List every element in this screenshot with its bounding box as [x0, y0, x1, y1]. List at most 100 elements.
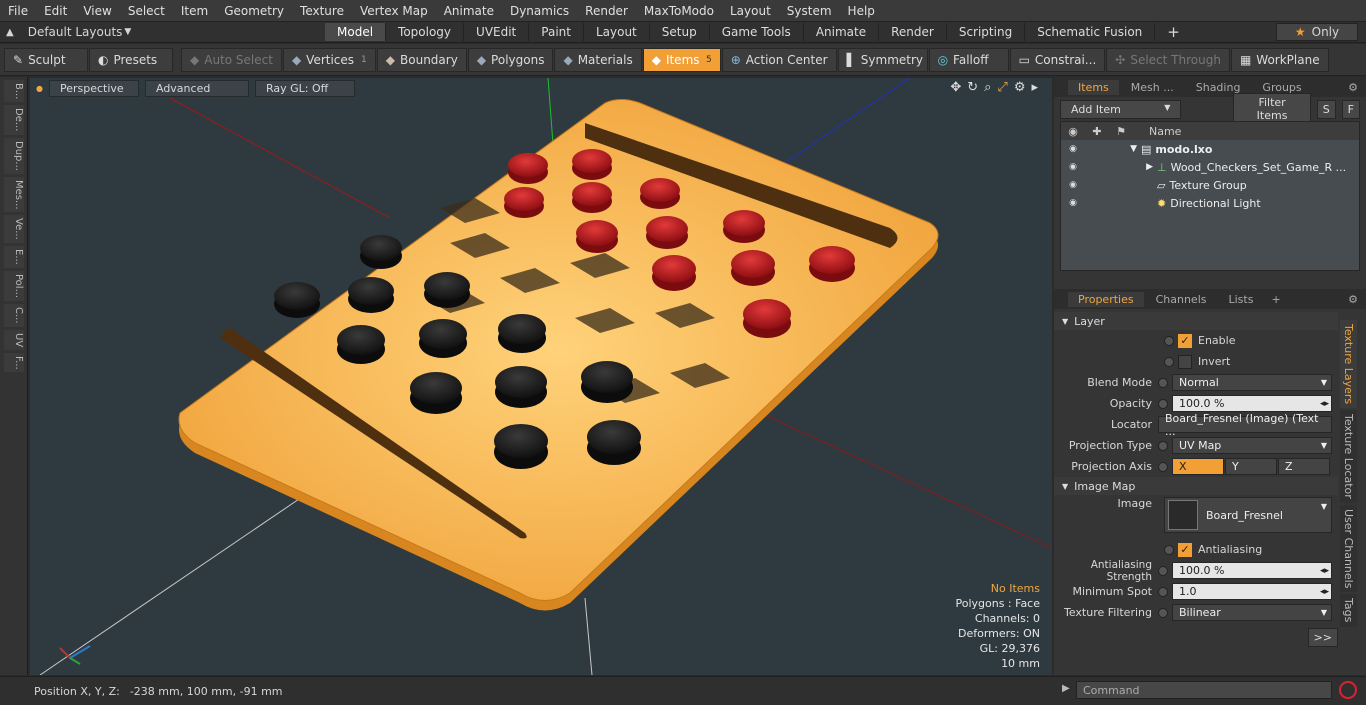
invert-checkbox[interactable]	[1178, 354, 1192, 369]
projection-type-channel-dot[interactable]	[1158, 440, 1168, 451]
more-button[interactable]: >>	[1307, 628, 1338, 647]
tab-render[interactable]: Render	[879, 23, 947, 41]
left-tab-vertex[interactable]: Ve...	[4, 215, 24, 244]
add-tab-icon[interactable]: +	[1271, 293, 1280, 306]
tab-game-tools[interactable]: Game Tools	[710, 23, 804, 41]
red-piece[interactable]	[508, 153, 548, 184]
projection-type-select[interactable]: UV Map ▼	[1172, 437, 1332, 454]
left-tab-basic[interactable]: B...	[4, 80, 24, 103]
slider-arrows-icon[interactable]: ◂▸	[1320, 587, 1329, 597]
slider-arrows-icon[interactable]: ◂▸	[1320, 566, 1329, 576]
symmetry-button[interactable]: ▌ Symmetry	[837, 47, 928, 72]
vertices-button[interactable]: ◆ Vertices 1	[282, 47, 376, 72]
tab-setup[interactable]: Setup	[650, 23, 710, 41]
black-piece[interactable]	[581, 361, 633, 403]
tex-filter-select[interactable]: Bilinear ▼	[1172, 604, 1332, 621]
menu-render[interactable]: Render	[577, 4, 636, 18]
move-view-icon[interactable]: ✥	[950, 80, 961, 95]
tab-properties[interactable]: Properties	[1068, 291, 1144, 307]
axis-y-button[interactable]: Y	[1225, 458, 1277, 475]
polygons-button[interactable]: ◆ Polygons	[467, 47, 554, 72]
expand-arrow-icon[interactable]: ▼	[1085, 144, 1141, 154]
min-spot-field[interactable]: 1.0 ◂▸	[1172, 583, 1332, 600]
settings-gear-icon[interactable]: ⚙	[1014, 80, 1026, 95]
only-toggle[interactable]: ★ Only	[1276, 23, 1358, 41]
tab-layout[interactable]: Layout	[584, 23, 650, 41]
tab-model[interactable]: Model	[325, 23, 387, 41]
expand-arrow-icon[interactable]: ▶	[1085, 162, 1157, 172]
falloff-button[interactable]: ◎ Falloff	[928, 47, 1009, 72]
black-piece[interactable]	[419, 319, 467, 358]
command-expand-icon[interactable]: ▶	[1062, 683, 1070, 694]
menu-file[interactable]: File	[0, 4, 36, 18]
tab-lists[interactable]: Lists	[1219, 292, 1264, 307]
aa-strength-field[interactable]: 100.0 % ◂▸	[1172, 562, 1332, 579]
image-select[interactable]: Board_Fresnel ▼	[1164, 497, 1332, 533]
sculpt-button[interactable]: ✎ Sculpt	[4, 47, 88, 72]
panel-menu-icon[interactable]: ⚙	[1348, 81, 1358, 94]
menu-geometry[interactable]: Geometry	[216, 4, 292, 18]
antialiasing-channel-dot[interactable]	[1164, 544, 1174, 555]
red-piece[interactable]	[576, 220, 618, 253]
tex-filter-channel-dot[interactable]	[1158, 607, 1168, 618]
tab-items[interactable]: Items	[1068, 79, 1119, 95]
tab-topology[interactable]: Topology	[386, 23, 465, 41]
black-piece[interactable]	[360, 235, 402, 269]
visibility-eye-icon[interactable]: ◉	[1061, 198, 1085, 208]
red-piece[interactable]	[640, 178, 680, 209]
zoom-view-icon[interactable]: ⌕	[984, 80, 991, 95]
panel-menu-icon[interactable]: ⚙	[1348, 293, 1358, 306]
layouts-selector[interactable]: ▲ Default Layouts ▼	[0, 25, 170, 39]
menu-dynamics[interactable]: Dynamics	[502, 4, 577, 18]
advanced-button[interactable]: Advanced	[144, 79, 249, 97]
tab-texture-locator[interactable]: Texture Locator	[1340, 410, 1357, 503]
enable-channel-dot[interactable]	[1164, 335, 1174, 346]
menu-view[interactable]: View	[75, 4, 119, 18]
aa-strength-channel-dot[interactable]	[1158, 565, 1168, 576]
tree-row[interactable]: ◉ ▼ ▤ modo.lxo	[1061, 140, 1359, 158]
raygl-button[interactable]: Ray GL: Off	[254, 79, 355, 97]
slider-arrows-icon[interactable]: ◂▸	[1320, 399, 1329, 409]
black-piece[interactable]	[274, 282, 320, 318]
tab-paint[interactable]: Paint	[529, 23, 584, 41]
visibility-eye-icon[interactable]: ◉	[1061, 162, 1085, 172]
tab-animate[interactable]: Animate	[804, 23, 880, 41]
left-tab-fusion[interactable]: F...	[4, 352, 24, 373]
opacity-channel-dot[interactable]	[1158, 398, 1168, 409]
constraints-button[interactable]: ▭ Constrai...	[1009, 47, 1106, 72]
rotate-view-icon[interactable]: ↻	[967, 80, 978, 95]
tree-row[interactable]: ◉ ✹ Directional Light	[1061, 194, 1359, 212]
tab-schematic-fusion[interactable]: Schematic Fusion	[1025, 23, 1156, 41]
menu-edit[interactable]: Edit	[36, 4, 75, 18]
tree-row[interactable]: ◉ ▶ ⊥ Wood_Checkers_Set_Game_R ...	[1061, 158, 1359, 176]
tab-scripting[interactable]: Scripting	[947, 23, 1026, 41]
black-piece[interactable]	[498, 314, 546, 353]
red-piece[interactable]	[723, 210, 765, 243]
left-tab-curve[interactable]: C...	[4, 303, 24, 327]
black-piece[interactable]	[348, 277, 394, 313]
viewport-scene[interactable]	[30, 78, 1052, 675]
left-tab-deform[interactable]: De...	[4, 105, 24, 135]
tab-uvedit[interactable]: UVEdit	[464, 23, 530, 41]
menu-item[interactable]: Item	[173, 4, 216, 18]
record-icon[interactable]	[1339, 681, 1357, 699]
opacity-field[interactable]: 100.0 % ◂▸	[1172, 395, 1332, 412]
menu-help[interactable]: Help	[840, 4, 883, 18]
menu-vertex-map[interactable]: Vertex Map	[352, 4, 436, 18]
locator-select[interactable]: Board_Fresnel (Image) (Text ...	[1158, 412, 1332, 438]
workplane-button[interactable]: ▦ WorkPlane	[1230, 47, 1329, 72]
name-column-header[interactable]: Name	[1149, 125, 1181, 138]
blend-mode-select[interactable]: Normal ▼	[1172, 374, 1332, 391]
red-piece[interactable]	[646, 216, 688, 249]
tab-mesh[interactable]: Mesh ...	[1121, 80, 1184, 95]
antialiasing-checkbox[interactable]: ✓	[1178, 542, 1192, 557]
menu-layout[interactable]: Layout	[722, 4, 779, 18]
materials-button[interactable]: ◆ Materials	[554, 47, 642, 72]
red-piece[interactable]	[652, 255, 696, 291]
visibility-eye-icon[interactable]: ◉	[1061, 144, 1085, 154]
left-tab-edge[interactable]: E...	[4, 246, 24, 268]
left-tab-mesh[interactable]: Mes...	[4, 176, 24, 213]
menu-system[interactable]: System	[779, 4, 840, 18]
layer-section-header[interactable]: ▼ Layer	[1054, 312, 1338, 330]
red-piece[interactable]	[572, 149, 612, 180]
